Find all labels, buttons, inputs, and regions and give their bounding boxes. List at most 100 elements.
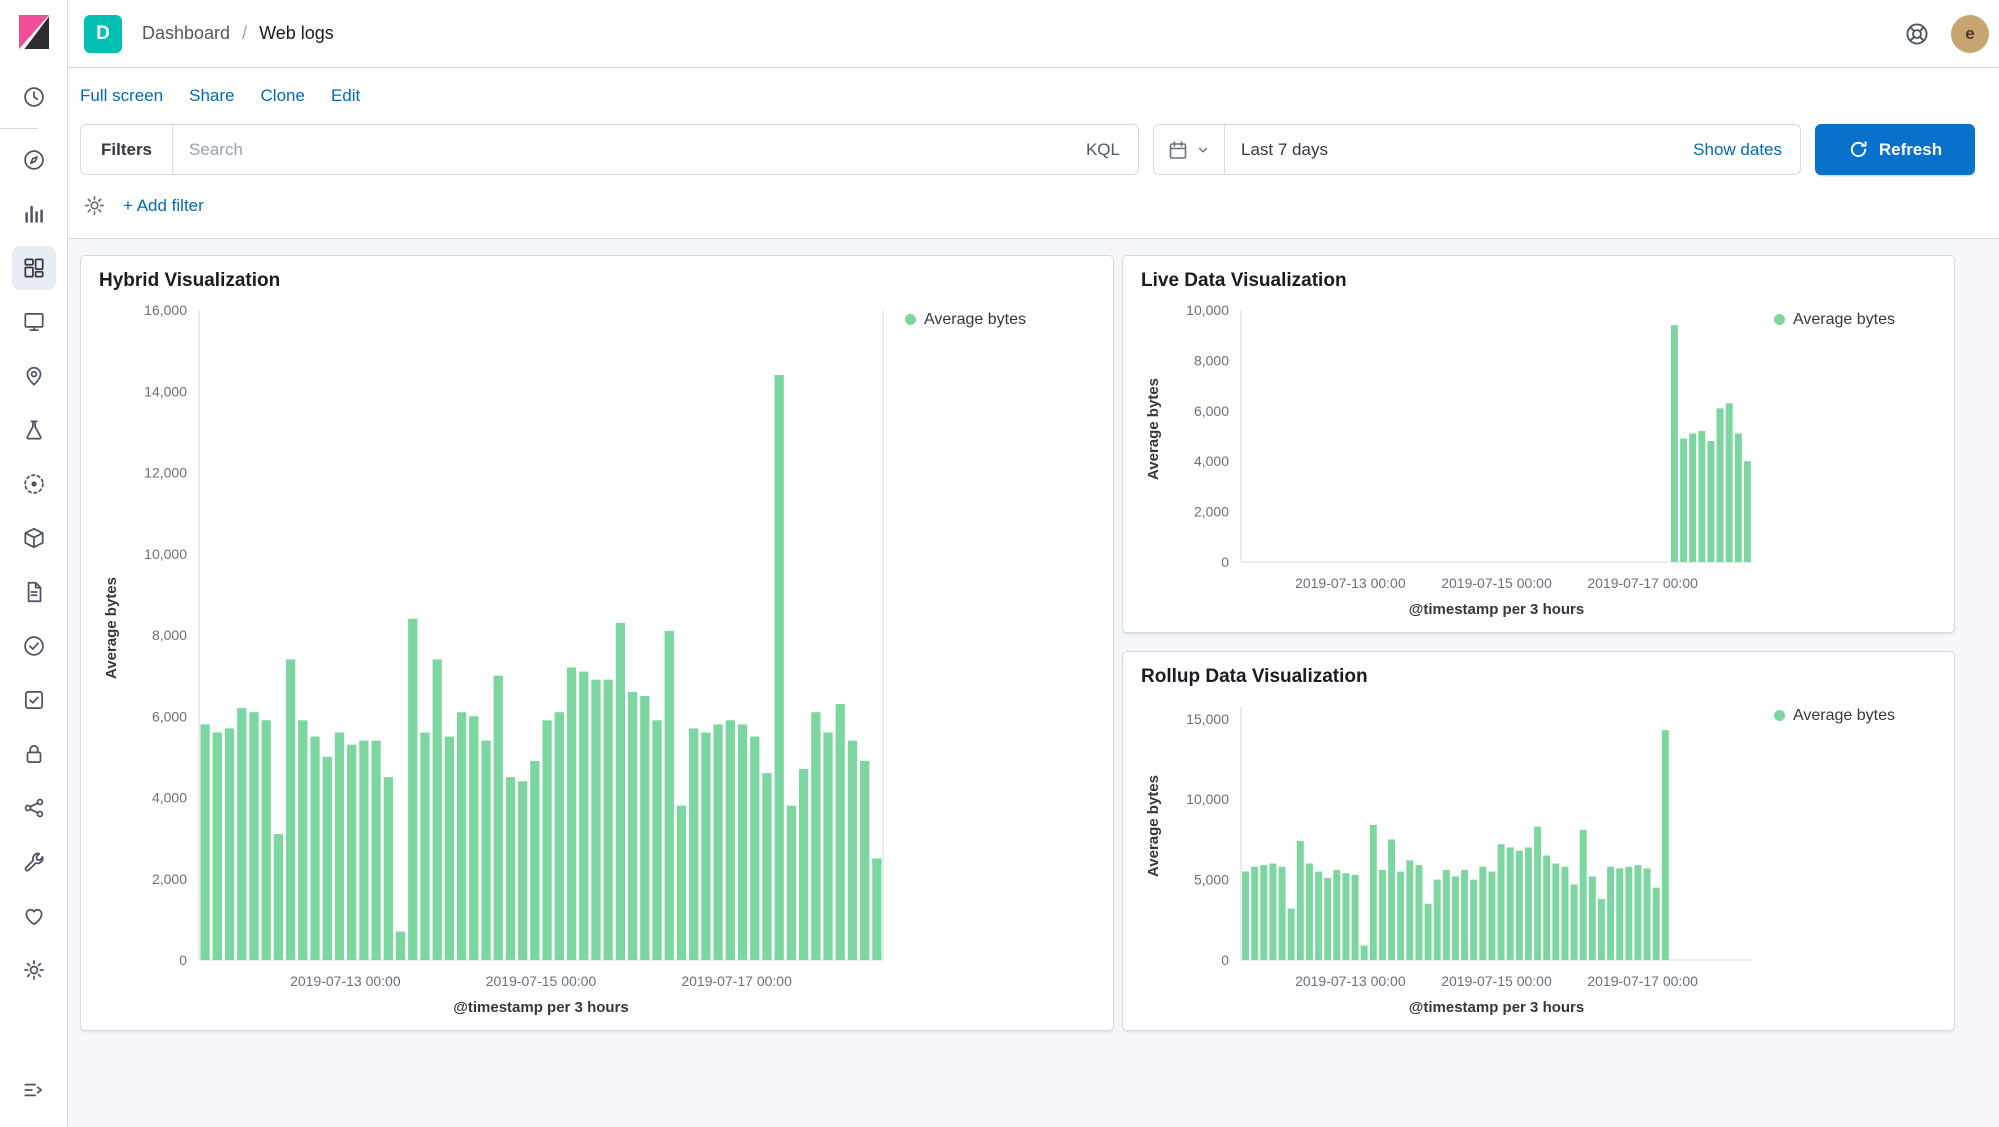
bar[interactable] [848,741,857,960]
clone-link[interactable]: Clone [261,86,305,106]
bar[interactable] [1552,864,1559,960]
bar[interactable] [384,777,393,960]
bar[interactable] [811,712,820,960]
bar[interactable] [677,806,686,960]
bar[interactable] [1698,431,1705,562]
bar[interactable] [750,737,759,960]
bar[interactable] [1607,867,1614,960]
bar[interactable] [616,623,625,960]
bar[interactable] [726,720,735,960]
bar[interactable] [701,733,710,961]
bar[interactable] [298,720,307,960]
bar[interactable] [518,781,527,960]
user-avatar[interactable]: e [1951,15,1989,53]
bar[interactable] [323,757,332,960]
bar[interactable] [445,737,454,960]
bar[interactable] [371,741,380,960]
bar[interactable] [799,769,808,960]
add-filter-button[interactable]: + Add filter [123,196,204,216]
bar[interactable] [530,761,539,960]
bar[interactable] [567,668,576,961]
bar[interactable] [1616,868,1623,960]
bar[interactable] [1644,868,1651,960]
bar[interactable] [286,659,295,960]
bar[interactable] [1726,403,1733,562]
bar[interactable] [738,724,747,960]
bar[interactable] [555,712,564,960]
sidebar-item-monitoring[interactable] [0,889,68,943]
bar[interactable] [1589,876,1596,960]
bar[interactable] [1488,872,1495,960]
bar[interactable] [1498,844,1505,960]
bar[interactable] [1288,909,1295,960]
share-link[interactable]: Share [189,86,234,106]
bar[interactable] [652,720,661,960]
sidebar-item-logs[interactable] [0,511,68,565]
bar[interactable] [1516,851,1523,960]
bar[interactable] [1735,433,1742,562]
bar[interactable] [457,712,466,960]
sidebar-item-canvas[interactable] [0,295,68,349]
bar[interactable] [836,704,845,960]
sidebar-item-machine-learning[interactable] [0,403,68,457]
bar[interactable] [1571,884,1578,960]
bar[interactable] [249,712,258,960]
bar[interactable] [1370,825,1377,960]
bar[interactable] [762,773,771,960]
help-button[interactable] [1903,20,1931,48]
bar[interactable] [1279,867,1286,960]
kibana-logo-icon[interactable] [19,15,49,54]
bar[interactable] [604,680,613,960]
bar[interactable] [1415,865,1422,960]
bar[interactable] [1543,856,1550,960]
bar[interactable] [1580,830,1587,960]
bar[interactable] [1625,867,1632,960]
breadcrumb-dashboard[interactable]: Dashboard [142,23,230,44]
bar[interactable] [225,728,234,960]
chart-legend[interactable]: Average bytes [891,296,1097,1020]
bar[interactable] [1561,867,1568,960]
bar[interactable] [872,858,881,960]
bar[interactable] [433,659,442,960]
bar[interactable] [1653,888,1660,960]
sidebar-item-maps[interactable] [0,349,68,403]
sidebar-item-visualize[interactable] [0,187,68,241]
sidebar-item-security[interactable] [0,727,68,781]
bar[interactable] [396,932,405,960]
bar[interactable] [494,676,503,960]
date-range-value[interactable]: Last 7 days [1225,140,1328,160]
bar[interactable] [1379,870,1386,960]
chart-legend[interactable]: Average bytes [1760,692,1938,1020]
bar[interactable] [689,728,698,960]
filter-options-button[interactable] [82,193,107,218]
bar[interactable] [1342,873,1349,960]
bar[interactable] [1461,870,1468,960]
refresh-button[interactable]: Refresh [1815,124,1975,175]
bar[interactable] [775,375,784,960]
bar[interactable] [1443,870,1450,960]
bar[interactable] [1425,904,1432,960]
bar[interactable] [713,724,722,960]
bar[interactable] [481,741,490,960]
bar[interactable] [628,692,637,960]
bar[interactable] [1598,899,1605,960]
bar[interactable] [1324,878,1331,960]
filters-button[interactable]: Filters [81,125,173,174]
search-input[interactable] [173,125,1068,174]
sidebar-item-graph[interactable] [0,781,68,835]
collapse-nav-button[interactable] [0,1063,68,1117]
bar[interactable] [787,806,796,960]
bar[interactable] [1269,864,1276,960]
bar[interactable] [1260,865,1267,960]
bar[interactable] [408,619,417,960]
bar[interactable] [1534,827,1541,960]
bar[interactable] [347,745,356,960]
date-quick-menu-button[interactable] [1154,125,1225,174]
sidebar-item-infrastructure[interactable] [0,457,68,511]
bar[interactable] [1479,867,1486,960]
bar[interactable] [335,733,344,961]
kql-button[interactable]: KQL [1068,140,1138,160]
sidebar-item-siem[interactable] [0,673,68,727]
bar[interactable] [274,834,283,960]
bar[interactable] [1315,872,1322,960]
